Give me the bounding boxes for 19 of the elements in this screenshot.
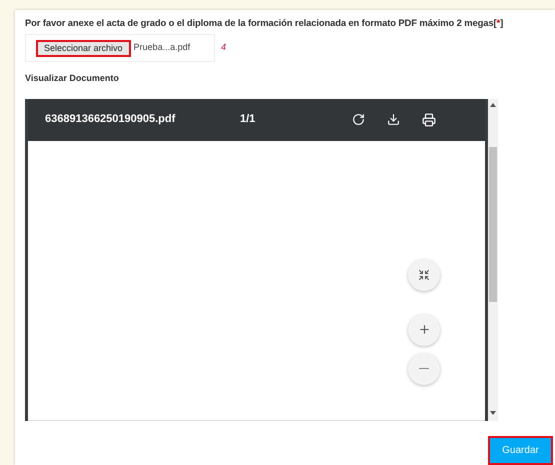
pdf-file-name: 636891366250190905.pdf xyxy=(45,112,176,128)
shrink-icon xyxy=(418,268,430,281)
fit-page-button[interactable] xyxy=(408,258,440,291)
instruction-text: Por favor anexe el acta de grado o el diploma de la formación relacionada en formato PDF máximo 2 megas[*] xyxy=(25,16,504,30)
rotate-icon[interactable] xyxy=(352,113,365,126)
minus-icon xyxy=(419,368,429,370)
file-input[interactable]: Seleccionar archivo Prueba...a.pdf xyxy=(25,34,215,62)
scroll-up-icon[interactable] xyxy=(490,102,496,107)
plus-icon xyxy=(418,323,430,336)
file-name: Prueba...a.pdf xyxy=(134,41,190,54)
page-counter: 1/1 xyxy=(240,112,256,128)
scrollbar[interactable] xyxy=(485,98,498,421)
scroll-down-icon[interactable] xyxy=(490,411,496,415)
choose-file-button[interactable]: Seleccionar archivo xyxy=(36,40,131,57)
download-icon[interactable] xyxy=(387,113,400,126)
scrollbar-thumb[interactable] xyxy=(489,146,497,302)
preview-heading: Visualizar Documento xyxy=(25,72,120,86)
annotation-number: 4 xyxy=(221,41,226,54)
printer-icon[interactable] xyxy=(422,112,436,127)
